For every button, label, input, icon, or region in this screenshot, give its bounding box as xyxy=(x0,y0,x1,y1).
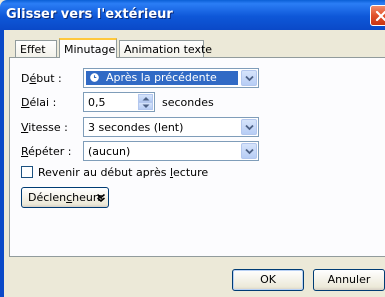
cancel-label: Annuler xyxy=(327,273,371,286)
title-bar[interactable]: Glisser vers l'extérieur xyxy=(0,0,385,30)
triggers-button[interactable]: Déclencheurs xyxy=(21,187,109,208)
chevron-down-icon xyxy=(245,75,254,82)
spin-down-button[interactable] xyxy=(138,102,153,110)
speed-select[interactable]: 3 secondes (lent) xyxy=(83,117,259,137)
delay-unit: secondes xyxy=(162,96,214,109)
speed-dropdown-button[interactable] xyxy=(241,119,257,135)
arrow-down-icon xyxy=(142,104,150,108)
ok-label: OK xyxy=(260,273,276,286)
start-label: Début : xyxy=(21,72,62,85)
triggers-label: Déclencheurs xyxy=(28,191,104,204)
rewind-checkbox[interactable] xyxy=(21,166,33,178)
window-title: Glisser vers l'extérieur xyxy=(6,7,173,22)
delay-input[interactable]: 0,5 xyxy=(83,92,155,112)
speed-label: Vitesse : xyxy=(21,121,68,134)
tab-minutage[interactable]: Minutage xyxy=(59,38,117,58)
chevron-down-icon xyxy=(245,124,254,131)
spin-up-button[interactable] xyxy=(138,94,153,102)
tab-label: Minutage xyxy=(64,43,116,56)
close-icon xyxy=(375,10,385,22)
delay-label: Délai : xyxy=(21,96,57,109)
close-button[interactable] xyxy=(370,5,385,26)
start-value: Après la précédente xyxy=(106,71,217,84)
repeat-select[interactable]: (aucun) xyxy=(83,141,259,161)
repeat-dropdown-button[interactable] xyxy=(241,143,257,159)
chevron-down-icon xyxy=(245,148,254,155)
delay-value: 0,5 xyxy=(88,96,106,109)
start-selected-value: Après la précédente xyxy=(86,71,238,85)
tab-effet[interactable]: Effet xyxy=(15,40,57,57)
start-select[interactable]: Après la précédente xyxy=(83,68,259,88)
arrow-up-icon xyxy=(142,97,150,101)
clock-icon xyxy=(90,73,99,82)
speed-value: 3 secondes (lent) xyxy=(88,121,184,134)
cancel-button[interactable]: Annuler xyxy=(313,269,385,291)
tab-label: Animation texte xyxy=(124,43,213,56)
repeat-value: (aucun) xyxy=(88,145,131,158)
tab-label: Effet xyxy=(20,43,46,56)
delay-spinner[interactable] xyxy=(138,94,153,110)
tab-animation-texte[interactable]: Animation texte xyxy=(119,40,212,57)
ok-button[interactable]: OK xyxy=(232,269,304,291)
repeat-label: Répéter : xyxy=(21,145,72,158)
double-chevron-down-icon xyxy=(97,194,105,202)
rewind-label[interactable]: Revenir au début après lecture xyxy=(38,166,208,179)
start-dropdown-button[interactable] xyxy=(241,70,257,86)
